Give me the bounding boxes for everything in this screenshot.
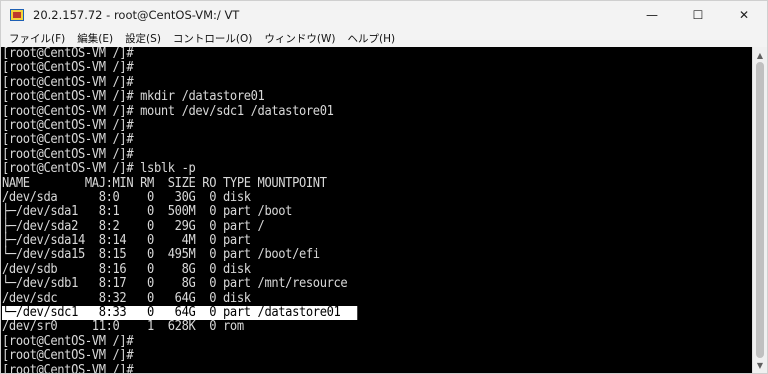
terminal-line: ├─/dev/sda2 8:2 0 29G 0 part / (2, 218, 265, 234)
terminal-line: [root@CentOS-VM /]# lsblk -p (2, 161, 196, 177)
terminal-line: └─/dev/sda15 8:15 0 495M 0 part /boot/ef… (2, 247, 320, 263)
terminal-line: /dev/sdb 8:16 0 8G 0 disk (2, 261, 251, 277)
menu-help[interactable]: ヘルプ(H) (341, 31, 401, 46)
terminal-line: [root@CentOS-VM /]# (2, 74, 134, 90)
window-title: 20.2.157.72 - root@CentOS-VM:/ VT (33, 8, 240, 22)
terminal-line: /dev/sda 8:0 0 30G 0 disk (2, 189, 251, 205)
terminal-screen[interactable]: [root@CentOS-VM /]# [root@CentOS-VM /]# [r… (1, 47, 753, 373)
terminal-line: [root@CentOS-VM /]# (2, 47, 134, 61)
terminal-line-highlighted: └─/dev/sdc1 8:33 0 64G 0 part /datastore… (2, 305, 358, 321)
terminal-line: [root@CentOS-VM /]# (2, 132, 134, 148)
menu-setup[interactable]: 設定(S) (119, 31, 167, 46)
terminal-line: [root@CentOS-VM /]# (2, 348, 134, 364)
terminal-window: 20.2.157.72 - root@CentOS-VM:/ VT — ☐ ✕ … (0, 0, 768, 374)
title-bar[interactable]: 20.2.157.72 - root@CentOS-VM:/ VT — ☐ ✕ (1, 1, 767, 29)
menu-control[interactable]: コントロール(O) (167, 31, 258, 46)
terminal-line: [root@CentOS-VM /]# (2, 117, 134, 133)
terminal-line: [root@CentOS-VM /]# mkdir /datastore01 (2, 89, 265, 105)
scroll-thumb[interactable] (756, 62, 764, 358)
menu-file[interactable]: ファイル(F) (3, 31, 71, 46)
terminal-line: └─/dev/sdb1 8:17 0 8G 0 part /mnt/resour… (2, 276, 348, 292)
terminal-line: [root@CentOS-VM /]# mount /dev/sdc1 /dat… (2, 103, 334, 119)
scroll-down-arrow-icon[interactable]: ▼ (753, 358, 767, 372)
terminal-line: ├─/dev/sda14 8:14 0 4M 0 part (2, 233, 251, 249)
close-button[interactable]: ✕ (721, 1, 767, 29)
menu-edit[interactable]: 編集(E) (71, 31, 119, 46)
terminal-line: [root@CentOS-VM /]# (2, 362, 134, 373)
menu-window[interactable]: ウィンドウ(W) (258, 31, 341, 46)
terminal-line: NAME MAJ:MIN RM SIZE RO TYPE MOUNTPOINT (2, 175, 327, 191)
vertical-scrollbar[interactable]: ▲ ▼ (752, 47, 767, 373)
terminal-output: [root@CentOS-VM /]# [root@CentOS-VM /]# [r… (1, 47, 753, 373)
terminal-line: /dev/sdc 8:32 0 64G 0 disk (2, 290, 251, 306)
terminal-line: [root@CentOS-VM /]# (2, 146, 134, 162)
menu-bar: ファイル(F) 編集(E) 設定(S) コントロール(O) ウィンドウ(W) ヘ… (1, 29, 767, 47)
scroll-up-arrow-icon[interactable]: ▲ (753, 48, 767, 62)
teraterm-app-icon (9, 7, 25, 23)
window-controls: — ☐ ✕ (629, 1, 767, 29)
terminal-line: /dev/sr0 11:0 1 628K 0 rom (2, 319, 244, 335)
terminal-line: [root@CentOS-VM /]# (2, 333, 134, 349)
maximize-button[interactable]: ☐ (675, 1, 721, 29)
minimize-button[interactable]: — (629, 1, 675, 29)
terminal-line: ├─/dev/sda1 8:1 0 500M 0 part /boot (2, 204, 293, 220)
terminal-line: [root@CentOS-VM /]# (2, 60, 134, 76)
